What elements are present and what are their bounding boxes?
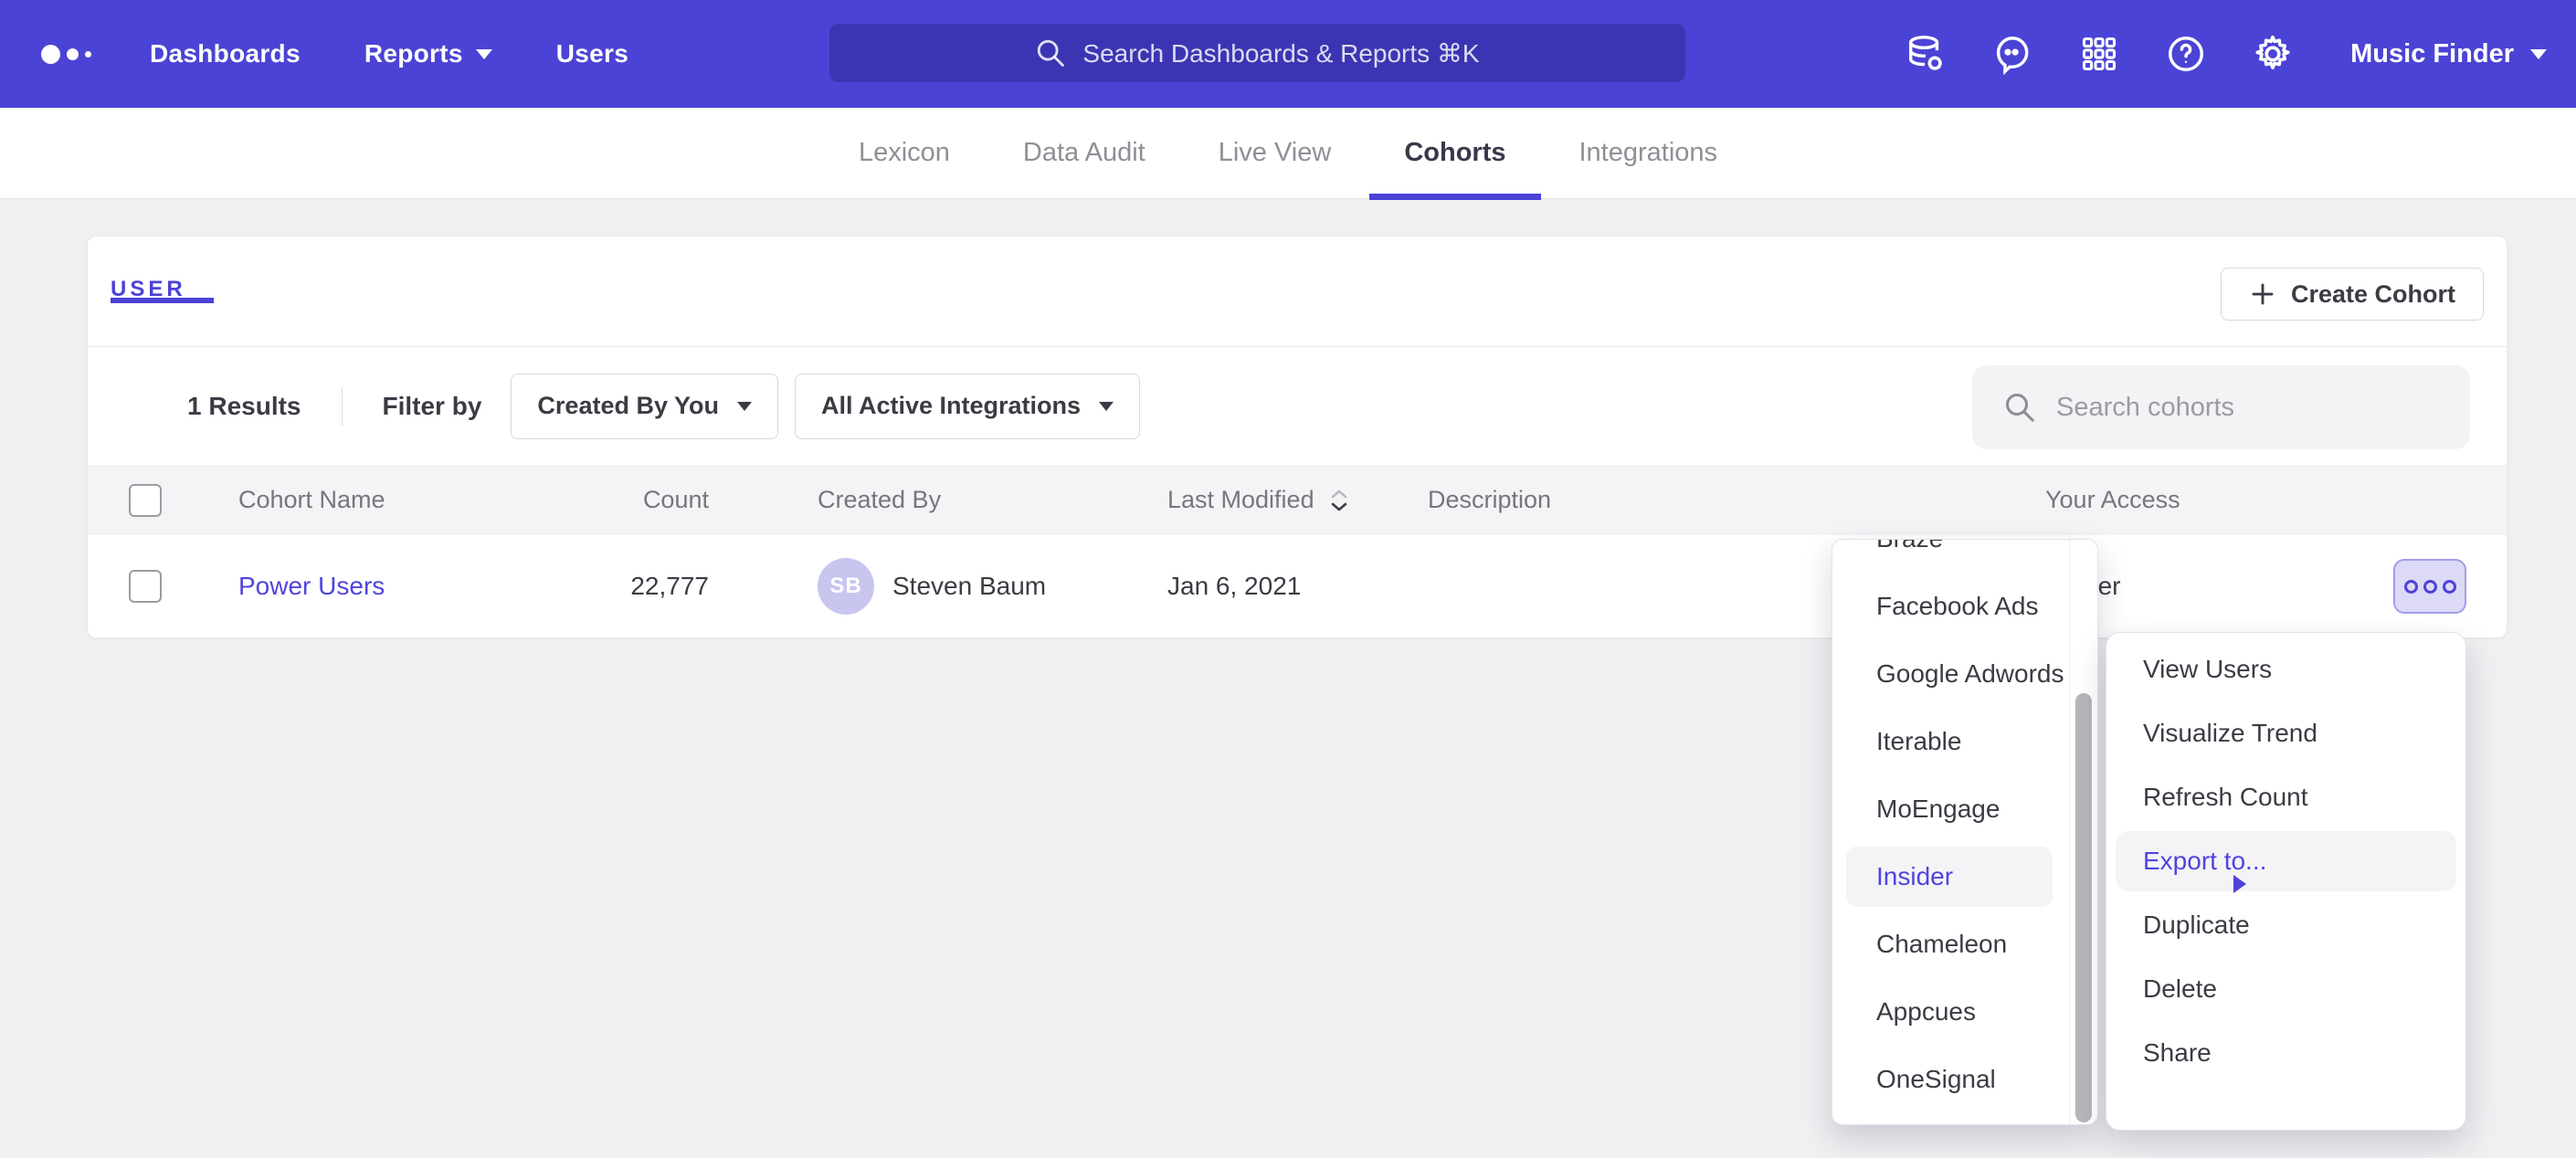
cohort-name-link[interactable]: Power Users: [238, 572, 385, 601]
row-context-menu: View Users Visualize Trend Refresh Count…: [2106, 632, 2466, 1131]
nav-label: Users: [556, 39, 628, 68]
nav-item-users[interactable]: Users: [556, 39, 628, 68]
column-header-cohort-name[interactable]: Cohort Name: [238, 465, 385, 535]
chevron-down-icon: [1099, 402, 1114, 411]
menu-item-visualize-trend[interactable]: Visualize Trend: [2106, 701, 2465, 765]
search-icon: [2003, 391, 2036, 424]
filter-toolbar: 1 Results Filter by Created By You All A…: [88, 347, 2507, 465]
nav-item-reports[interactable]: Reports: [364, 39, 492, 68]
settings-gear-icon[interactable]: [2251, 32, 2295, 76]
menu-item-moengage[interactable]: MoEngage: [1832, 775, 2097, 843]
column-header-your-access[interactable]: Your Access: [2045, 465, 2180, 535]
menu-item-onesignal[interactable]: OneSignal: [1832, 1046, 2097, 1113]
ellipsis-icon: [2404, 580, 2418, 594]
table-row[interactable]: Power Users 22,777 SB Steven Baum Jan 6,…: [88, 535, 2507, 637]
menu-item-refresh-count[interactable]: Refresh Count: [2106, 765, 2465, 829]
primary-nav: Dashboards Reports Users: [150, 39, 628, 68]
project-name: Music Finder: [2350, 39, 2514, 69]
cohorts-card: USER Create Cohort 1 Results Filter by C…: [87, 236, 2507, 637]
scrollbar-thumb[interactable]: [2075, 693, 2092, 1122]
project-switcher[interactable]: Music Finder: [2350, 39, 2547, 69]
apps-grid-icon[interactable]: [2077, 32, 2121, 76]
app-logo-icon[interactable]: [41, 45, 91, 64]
nav-item-dashboards[interactable]: Dashboards: [150, 39, 301, 68]
global-search-placeholder: Search Dashboards & Reports ⌘K: [1082, 38, 1479, 68]
global-search-input[interactable]: Search Dashboards & Reports ⌘K: [829, 24, 1685, 82]
feedback-bubble-icon[interactable]: [1990, 32, 2034, 76]
cohort-search-input[interactable]: Search cohorts: [1972, 365, 2470, 449]
filter-integrations[interactable]: All Active Integrations: [795, 374, 1140, 439]
menu-item-iterable[interactable]: Iterable: [1832, 708, 2097, 775]
data-settings-icon[interactable]: [1904, 32, 1948, 76]
search-icon: [1035, 37, 1066, 68]
card-header: USER Create Cohort: [88, 237, 2507, 347]
menu-item-delete[interactable]: Delete: [2106, 957, 2465, 1021]
avatar: SB: [818, 558, 874, 615]
submenu-arrow-icon: [2233, 875, 2246, 893]
nav-label: Reports: [364, 39, 463, 68]
tab-cohorts[interactable]: Cohorts: [1369, 108, 1540, 199]
menu-item-export-to[interactable]: Export to...: [2106, 829, 2465, 893]
menu-item-appcues[interactable]: Appcues: [1832, 978, 2097, 1046]
select-all-checkbox[interactable]: [129, 484, 162, 517]
tab-lexicon[interactable]: Lexicon: [824, 108, 985, 199]
chevron-down-icon: [737, 402, 752, 411]
results-count: 1 Results: [187, 392, 301, 421]
sort-icon[interactable]: [1329, 489, 1349, 512]
screen: Dashboards Reports Users Search Dashboar…: [0, 0, 2576, 1158]
section-tabs: Lexicon Data Audit Live View Cohorts Int…: [0, 108, 2576, 199]
row-checkbox[interactable]: [129, 570, 162, 603]
table-header-row: Cohort Name Count Created By Last Modifi…: [88, 465, 2507, 535]
nav-label: Dashboards: [150, 39, 301, 68]
tab-live-view[interactable]: Live View: [1184, 108, 1367, 199]
context-menu-list: View Users Visualize Trend Refresh Count…: [2106, 637, 2465, 1085]
chevron-down-icon: [476, 49, 492, 59]
tab-data-audit[interactable]: Data Audit: [988, 108, 1180, 199]
menu-item-facebook-ads[interactable]: Facebook Ads: [1832, 573, 2097, 640]
help-icon[interactable]: [2164, 32, 2208, 76]
divider: [342, 387, 343, 426]
cohort-search-placeholder: Search cohorts: [2056, 393, 2234, 423]
cohort-count: 22,777: [544, 535, 709, 637]
menu-item-duplicate[interactable]: Duplicate: [2106, 893, 2465, 957]
filter-created-by[interactable]: Created By You: [511, 374, 778, 439]
export-submenu: Braze Facebook Ads Google Adwords Iterab…: [1832, 539, 2098, 1125]
active-tab-underline: [111, 298, 214, 303]
created-by-name: Steven Baum: [892, 572, 1046, 601]
menu-item-chameleon[interactable]: Chameleon: [1832, 911, 2097, 978]
filter-by-label: Filter by: [383, 392, 482, 421]
menu-item-share[interactable]: Share: [2106, 1021, 2465, 1085]
plus-icon: [2249, 280, 2276, 308]
menu-item-insider[interactable]: Insider: [1832, 843, 2097, 911]
row-actions-button[interactable]: [2393, 559, 2466, 614]
column-header-count[interactable]: Count: [544, 465, 709, 535]
menu-item-google-adwords[interactable]: Google Adwords: [1832, 640, 2097, 708]
top-navigation-bar: Dashboards Reports Users Search Dashboar…: [0, 0, 2576, 108]
create-cohort-button[interactable]: Create Cohort: [2221, 268, 2484, 321]
scrollbar-track: [2069, 540, 2070, 1124]
topbar-right-controls: Music Finder: [1904, 0, 2547, 108]
last-modified-value: Jan 6, 2021: [1167, 535, 1301, 637]
menu-item-braze[interactable]: Braze: [1832, 539, 2097, 573]
column-header-last-modified[interactable]: Last Modified: [1167, 465, 1349, 535]
export-submenu-list: Braze Facebook Ads Google Adwords Iterab…: [1832, 539, 2097, 1113]
tab-integrations[interactable]: Integrations: [1545, 108, 1753, 199]
created-by-cell: SB Steven Baum: [818, 535, 1046, 637]
column-header-description[interactable]: Description: [1428, 465, 1551, 535]
tab-user-cohorts[interactable]: USER: [111, 277, 186, 302]
menu-item-view-users[interactable]: View Users: [2106, 637, 2465, 701]
chevron-down-icon: [2530, 49, 2547, 59]
column-header-created-by[interactable]: Created By: [818, 465, 941, 535]
